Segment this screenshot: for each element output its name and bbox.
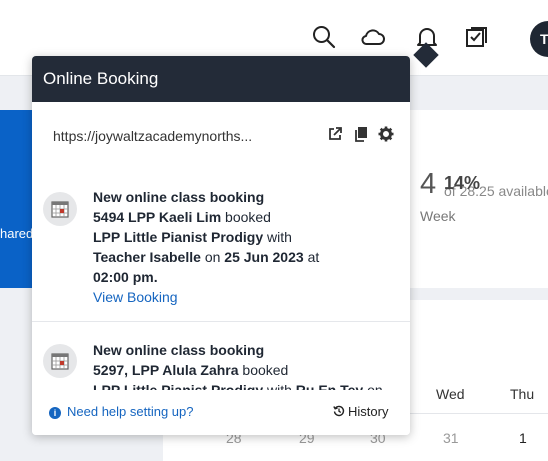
notification-heading: New online class booking bbox=[93, 342, 265, 358]
list-item[interactable]: New online class booking 5494 LPP Kaeli … bbox=[32, 160, 410, 322]
booking-url[interactable]: https://joywaltzacademynorths... bbox=[53, 128, 252, 144]
cloud-icon[interactable] bbox=[360, 24, 386, 50]
stat-percent: 14% bbox=[444, 173, 481, 193]
history-button[interactable]: History bbox=[333, 404, 388, 419]
avatar[interactable]: T bbox=[530, 21, 548, 57]
calendar-date[interactable]: 1 bbox=[519, 430, 527, 446]
copy-icon[interactable] bbox=[353, 126, 369, 142]
stat-period: Week bbox=[420, 208, 456, 224]
history-icon bbox=[333, 405, 345, 417]
stat-number: 4 bbox=[420, 168, 437, 200]
student-name: 5297, LPP Alula Zahra bbox=[93, 362, 239, 378]
search-icon[interactable] bbox=[311, 24, 337, 50]
booking-url-row: https://joywaltzacademynorths... bbox=[53, 126, 394, 146]
notification-heading: New online class booking bbox=[93, 189, 265, 205]
shared-card[interactable]: hared bbox=[0, 110, 34, 288]
notification-text: New online class booking 5297, LPP Alula… bbox=[93, 340, 393, 390]
class-name: LPP Little Pianist Prodigy bbox=[93, 382, 264, 390]
text-at: at bbox=[307, 249, 320, 265]
help-link[interactable]: i Need help setting up? bbox=[49, 404, 193, 419]
teacher-name: Teacher Isabelle bbox=[93, 249, 201, 265]
help-link-label: Need help setting up? bbox=[67, 404, 194, 419]
popup-title: Online Booking bbox=[32, 56, 410, 102]
notification-list[interactable]: New online class booking 5494 LPP Kaeli … bbox=[32, 160, 410, 390]
notification-text: New online class booking 5494 LPP Kaeli … bbox=[93, 187, 393, 307]
view-booking-link[interactable]: View Booking bbox=[93, 287, 393, 307]
teacher-name: Ru En Tey bbox=[295, 382, 364, 390]
settings-icon[interactable] bbox=[378, 126, 394, 142]
text-with: with bbox=[267, 382, 292, 390]
class-name: LPP Little Pianist Prodigy bbox=[93, 229, 264, 245]
calendar-day-header: Thu bbox=[510, 386, 535, 402]
history-label: History bbox=[348, 404, 389, 419]
calendar-icon bbox=[43, 192, 77, 226]
online-booking-popup: Online Booking https://joywaltzacademyno… bbox=[32, 56, 410, 435]
info-icon: i bbox=[49, 407, 61, 419]
popup-footer: i Need help setting up? History bbox=[32, 390, 410, 435]
tasks-icon[interactable] bbox=[464, 24, 490, 50]
text-on: on bbox=[367, 382, 383, 390]
text-with: with bbox=[267, 229, 292, 245]
booking-time: 02:00 pm. bbox=[93, 269, 158, 285]
calendar-icon bbox=[43, 344, 77, 378]
text-booked: booked bbox=[242, 362, 289, 378]
student-name: 5494 LPP Kaeli Lim bbox=[93, 209, 222, 225]
text-on: on bbox=[204, 249, 221, 265]
calendar-date[interactable]: 31 bbox=[443, 430, 459, 446]
stats-card: 4 of 28.25 available 14% Week bbox=[405, 110, 548, 288]
shared-label: hared bbox=[0, 226, 34, 241]
text-booked: booked bbox=[225, 209, 271, 225]
external-link-icon[interactable] bbox=[327, 126, 343, 142]
booking-date: 25 Jun 2023 bbox=[224, 249, 304, 265]
calendar-day-header: Wed bbox=[436, 386, 465, 402]
list-item[interactable]: New online class booking 5297, LPP Alula… bbox=[32, 322, 410, 390]
